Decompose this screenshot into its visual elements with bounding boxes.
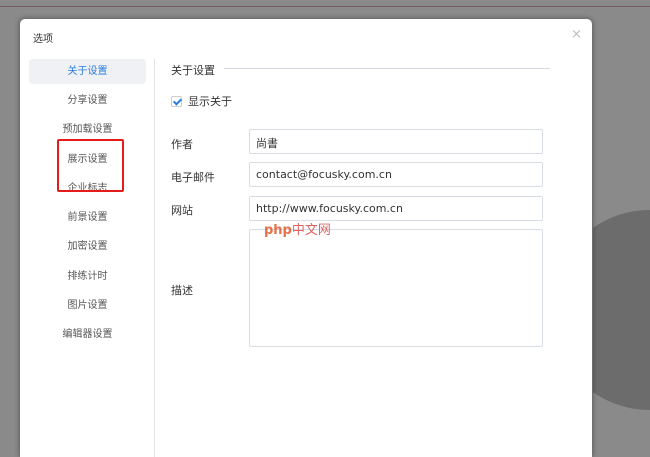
- show-about-label: 显示关于: [188, 95, 232, 108]
- checkbox-checked-icon[interactable]: [171, 95, 182, 107]
- sidebar-item-foreground[interactable]: 前景设置: [29, 205, 146, 234]
- highlight-box: [57, 139, 124, 192]
- author-label: 作者: [171, 138, 193, 151]
- author-input[interactable]: 尚書: [249, 129, 543, 154]
- sidebar-item-encryption[interactable]: 加密设置: [29, 234, 146, 263]
- email-input[interactable]: contact@focusky.com.cn: [249, 162, 543, 187]
- top-divider: [0, 6, 650, 7]
- sidebar-item-editor[interactable]: 编辑器设置: [29, 322, 146, 351]
- section-divider: [224, 68, 550, 69]
- website-input[interactable]: http://www.focusky.com.cn: [249, 196, 543, 221]
- website-label: 网站: [171, 204, 193, 217]
- description-label: 描述: [171, 284, 193, 297]
- sidebar-item-share[interactable]: 分享设置: [29, 88, 146, 117]
- sidebar-item-image[interactable]: 图片设置: [29, 293, 146, 322]
- sidebar-item-about[interactable]: 关于设置: [29, 59, 146, 84]
- close-icon[interactable]: ×: [571, 27, 582, 42]
- show-about-checkbox[interactable]: 显示关于: [171, 93, 232, 109]
- divider: [154, 59, 155, 457]
- options-dialog: 选项 × 关于设置 分享设置 预加载设置 展示设置 企业标志 前景设置 加密设置…: [20, 19, 592, 457]
- background-shape: [593, 210, 650, 410]
- sidebar: 关于设置 分享设置 预加载设置 展示设置 企业标志 前景设置 加密设置 排练计时…: [29, 59, 146, 352]
- description-textarea[interactable]: [249, 229, 543, 347]
- section-title: 关于设置: [171, 64, 215, 77]
- sidebar-item-rehearsal[interactable]: 排练计时: [29, 264, 146, 293]
- watermark-logo: php中文网: [264, 223, 331, 238]
- email-label: 电子邮件: [171, 171, 215, 184]
- dialog-title: 选项: [33, 34, 53, 45]
